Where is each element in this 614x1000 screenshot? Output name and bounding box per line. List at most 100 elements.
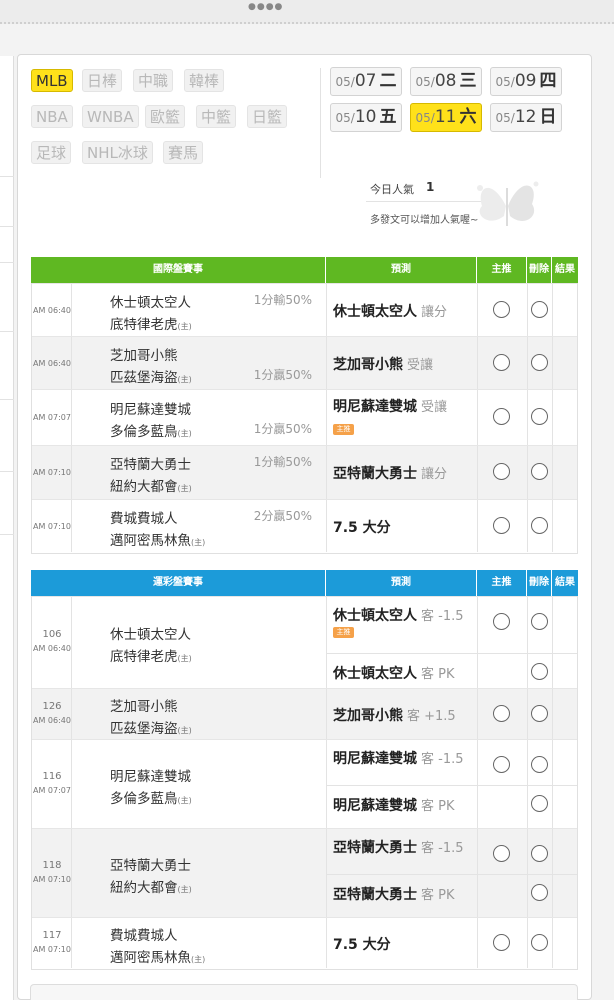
popularity-tip: 多發文可以增加人氣喔~ (370, 215, 479, 226)
handicap-result: 1分輸50% (253, 455, 312, 469)
prediction-team: 亞特蘭大勇士 (333, 887, 417, 903)
host-mark: (主) (177, 321, 192, 331)
sport-tab-9[interactable]: 足球 (31, 141, 72, 164)
main-pick-radio[interactable] (493, 408, 510, 425)
popularity-label: 今日人氣 (370, 183, 414, 196)
away-team: 休士頓太空人 (110, 627, 191, 643)
main-pick-radio[interactable] (493, 613, 510, 630)
divider (326, 284, 327, 336)
divider (477, 284, 478, 336)
host-mark: (主) (177, 725, 192, 735)
sport-tab-2[interactable]: 中職 (133, 69, 174, 92)
divider (477, 597, 478, 688)
main-pick-radio[interactable] (493, 756, 510, 773)
host-mark: (主) (177, 429, 192, 438)
sport-tab-6[interactable]: 歐籃 (145, 105, 186, 128)
delete-radio[interactable] (531, 408, 548, 425)
delete-radio[interactable] (531, 884, 548, 901)
prediction: 休士頓太空人 讓分 (333, 301, 447, 321)
divider (527, 597, 528, 688)
home-team-cell: 匹茲堡海盜(主) (110, 717, 192, 737)
prediction: 亞特蘭大勇士客 PK (333, 884, 455, 904)
delete-radio[interactable] (531, 613, 548, 630)
date-tab-1[interactable]: 05/08 三 (410, 67, 482, 96)
prediction-type: 讓分 (421, 304, 448, 320)
delete-radio[interactable] (531, 516, 548, 534)
divider (326, 918, 327, 968)
prediction: 7.5 大分 (333, 517, 391, 537)
main-pick-radio[interactable] (493, 463, 510, 480)
delete-radio[interactable] (531, 663, 548, 680)
sport-tab-8[interactable]: 日籃 (247, 105, 288, 128)
divider (326, 337, 327, 389)
delete-radio[interactable] (531, 756, 548, 773)
prediction-team: 7.5 大分 (333, 936, 391, 953)
main-pick-radio[interactable] (493, 516, 510, 534)
away-team: 休士頓太空人 (110, 294, 191, 311)
col-game: 運彩盤賽事 (31, 570, 326, 596)
delete-radio[interactable] (531, 795, 548, 812)
game-time: AM 07:07 (33, 785, 71, 795)
date-tab-5[interactable]: 05/12 日 (490, 103, 562, 132)
prediction-team: 亞特蘭大勇士 (333, 466, 417, 482)
left-side-panel (0, 56, 14, 1000)
sport-tab-1[interactable]: 日棒 (82, 69, 123, 92)
main-pick-radio[interactable] (493, 933, 510, 951)
date-day: 10 (354, 107, 377, 127)
home-team-cell: 紐約大都會(主) (110, 876, 192, 896)
main-pick-radio[interactable] (493, 704, 510, 722)
divider (326, 785, 577, 786)
delete-radio[interactable] (531, 845, 548, 862)
divider (552, 689, 553, 739)
main-pick-radio[interactable] (493, 845, 510, 862)
divider (527, 918, 528, 968)
main-pick-radio[interactable] (493, 353, 510, 371)
delete-radio[interactable] (531, 933, 548, 951)
game-number: 118 (42, 859, 62, 871)
date-weekday: 日 (539, 107, 557, 127)
divider (552, 284, 553, 336)
divider (71, 446, 72, 499)
prediction-team: 休士頓太空人 (333, 666, 417, 682)
prediction-type: 客 -1.5 (421, 752, 464, 767)
date-tab-0[interactable]: 05/07 二 (330, 67, 402, 96)
sport-tab-11[interactable]: 賽馬 (163, 141, 204, 164)
sport-tab-3[interactable]: 韓棒 (184, 69, 225, 92)
date-month: 05/ (415, 111, 435, 125)
away-team: 芝加哥小熊 (110, 698, 178, 715)
col-pick: 預測 (326, 570, 477, 596)
prediction-team: 芝加哥小熊 (333, 356, 403, 373)
date-day: 08 (434, 71, 457, 91)
home-team: 底特律老虎 (110, 316, 178, 333)
col-main: 主推 (477, 570, 527, 596)
date-tab-2[interactable]: 05/09 四 (490, 67, 562, 96)
divider (477, 390, 478, 445)
delete-radio[interactable] (531, 300, 548, 318)
divider (477, 337, 478, 389)
divider (552, 597, 553, 688)
sport-tab-7[interactable]: 中籃 (196, 105, 237, 128)
date-weekday: 六 (459, 107, 477, 127)
delete-radio[interactable] (531, 353, 548, 371)
delete-radio[interactable] (531, 463, 548, 480)
date-tab-4[interactable]: 05/11 六 (410, 103, 482, 132)
divider (326, 740, 327, 828)
main-pick-radio[interactable] (493, 300, 510, 318)
home-team-cell: 底特律老虎(主) (110, 645, 192, 665)
divider (477, 740, 478, 828)
sport-tab-10[interactable]: NHL冰球 (82, 141, 153, 164)
divider (477, 689, 478, 739)
game-time: AM 06:40 (33, 305, 71, 315)
home-team-cell: 多倫多藍鳥(主) (110, 787, 192, 807)
game-time: AM 07:10 (33, 874, 71, 884)
butterfly-decoration-icon (477, 181, 539, 226)
sport-tab-5[interactable]: WNBA (82, 105, 139, 128)
date-month: 05/ (335, 75, 355, 89)
sport-tab-0[interactable]: MLB (31, 69, 73, 92)
home-team: 匹茲堡海盜 (110, 720, 178, 737)
sport-tab-4[interactable]: NBA (31, 105, 73, 128)
col-del: 刪除 (527, 257, 552, 283)
delete-radio[interactable] (531, 704, 548, 722)
date-tab-3[interactable]: 05/10 五 (330, 103, 402, 132)
prediction-team: 7.5 大分 (333, 519, 391, 536)
